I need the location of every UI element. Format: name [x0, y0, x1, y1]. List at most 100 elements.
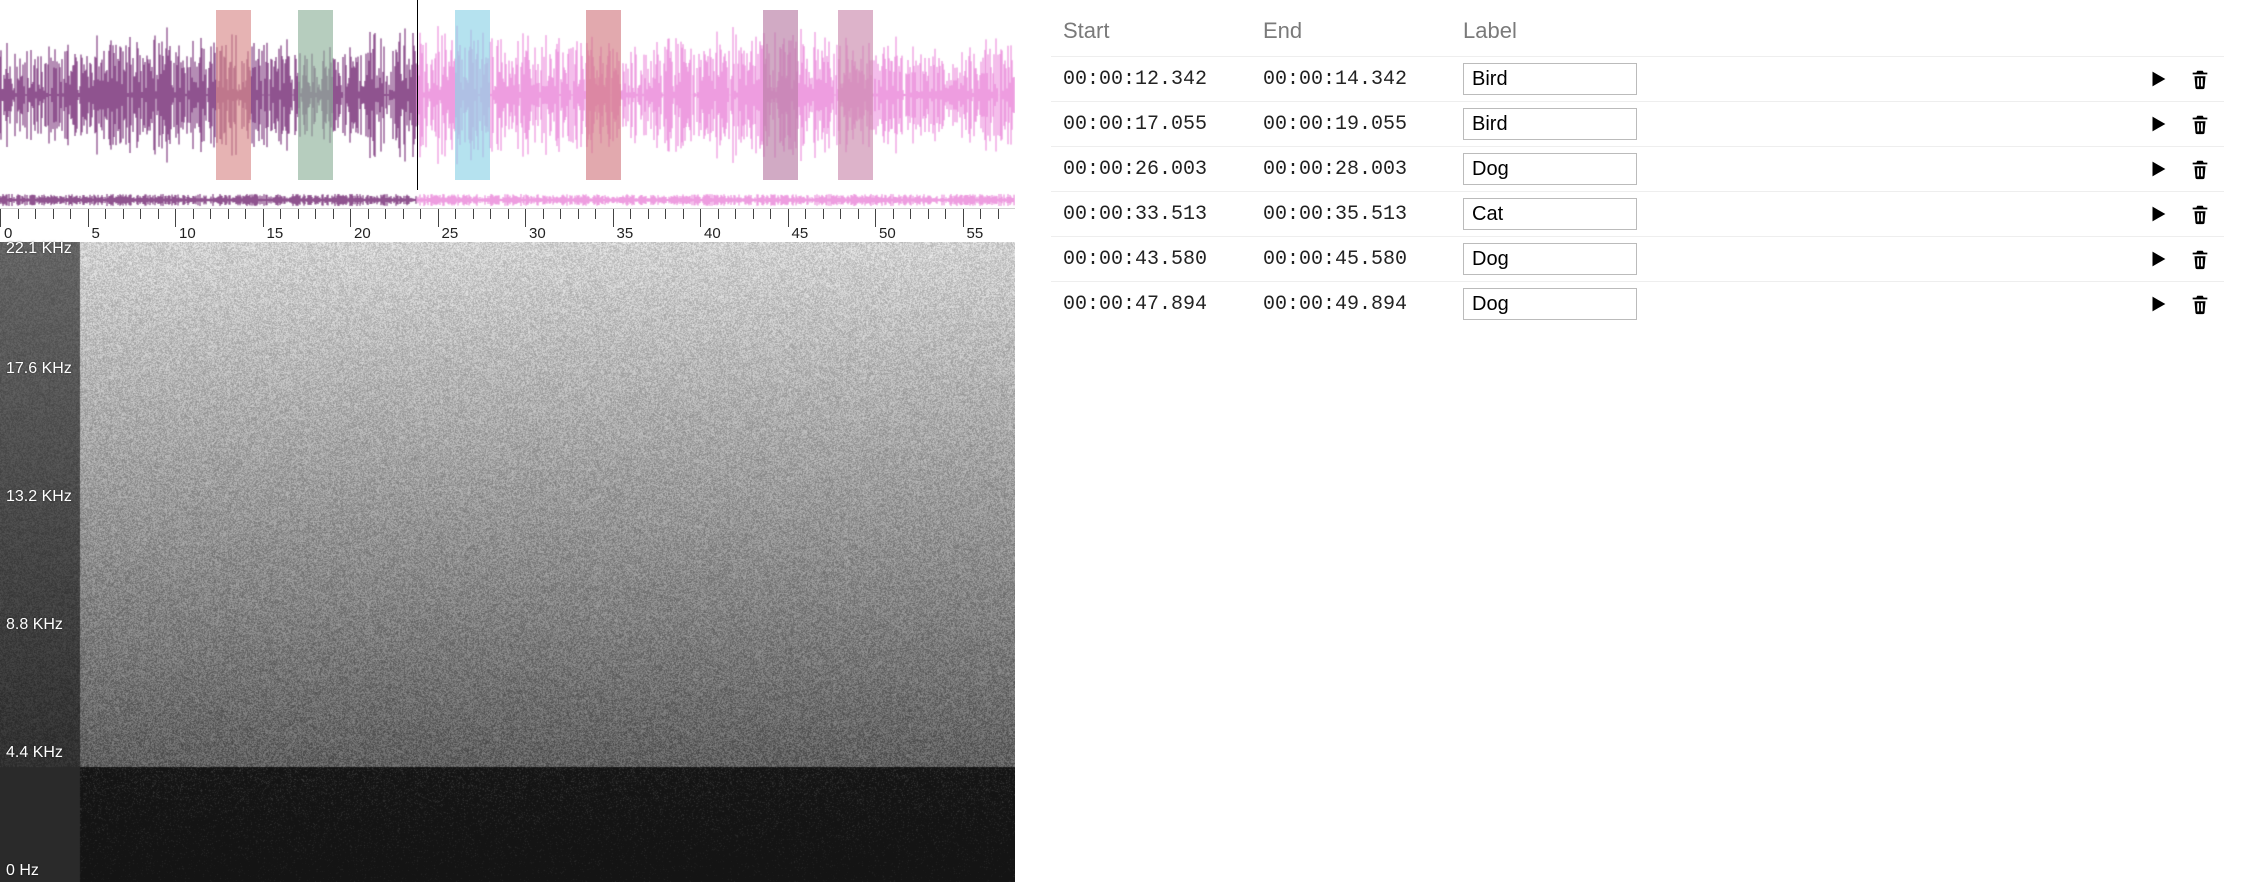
- label-input[interactable]: [1463, 198, 1637, 230]
- ruler-tick-minor: [945, 209, 946, 219]
- ruler-tick-minor: [70, 209, 71, 219]
- ruler-tick-minor: [490, 209, 491, 219]
- ruler-label: 25: [442, 225, 459, 242]
- cell-start: 00:00:26.003: [1063, 158, 1263, 181]
- playhead-cursor[interactable]: [417, 0, 418, 190]
- ruler-tick-major: [788, 209, 789, 227]
- trash-icon[interactable]: [2188, 292, 2212, 316]
- minimap-canvas[interactable]: [0, 192, 1015, 208]
- play-icon[interactable]: [2146, 202, 2170, 226]
- cell-end: 00:00:28.003: [1263, 158, 1463, 181]
- play-icon[interactable]: [2146, 157, 2170, 181]
- play-icon[interactable]: [2146, 247, 2170, 271]
- ruler-tick-minor: [18, 209, 19, 219]
- annotation-row: 00:00:17.05500:00:19.055: [1051, 101, 2224, 146]
- label-input[interactable]: [1463, 243, 1637, 275]
- ruler-tick-major: [613, 209, 614, 227]
- ruler-tick-minor: [998, 209, 999, 219]
- trash-icon[interactable]: [2188, 157, 2212, 181]
- ruler-tick-minor: [455, 209, 456, 219]
- ruler-tick-minor: [158, 209, 159, 219]
- ruler-tick-minor: [140, 209, 141, 219]
- trash-icon[interactable]: [2188, 112, 2212, 136]
- play-icon[interactable]: [2146, 112, 2170, 136]
- ruler-tick-minor: [630, 209, 631, 219]
- ruler-tick-minor: [420, 209, 421, 219]
- ruler-label: 10: [179, 225, 196, 242]
- freq-label: 13.2 KHz: [6, 488, 72, 506]
- ruler-tick-minor: [368, 209, 369, 219]
- ruler-tick-minor: [245, 209, 246, 219]
- spectrogram-canvas[interactable]: [0, 242, 1015, 882]
- ruler-tick-major: [438, 209, 439, 227]
- ruler-tick-minor: [105, 209, 106, 219]
- ruler-tick-minor: [910, 209, 911, 219]
- annotation-row: 00:00:26.00300:00:28.003: [1051, 146, 2224, 191]
- cell-start: 00:00:43.580: [1063, 248, 1263, 271]
- ruler-label: 40: [704, 225, 721, 242]
- trash-icon[interactable]: [2188, 247, 2212, 271]
- trash-icon[interactable]: [2188, 202, 2212, 226]
- cell-end: 00:00:19.055: [1263, 113, 1463, 136]
- ruler-tick-minor: [665, 209, 666, 219]
- ruler-label: 55: [967, 225, 984, 242]
- play-icon[interactable]: [2146, 292, 2170, 316]
- ruler-tick-minor: [333, 209, 334, 219]
- ruler-tick-minor: [210, 209, 211, 219]
- ruler-tick-minor: [718, 209, 719, 219]
- ruler-tick-minor: [805, 209, 806, 219]
- ruler-tick-major: [0, 209, 1, 227]
- region-2[interactable]: [455, 10, 490, 180]
- ruler-tick-minor: [753, 209, 754, 219]
- ruler-label: 30: [529, 225, 546, 242]
- ruler-tick-minor: [123, 209, 124, 219]
- ruler-tick-minor: [980, 209, 981, 219]
- ruler-tick-major: [875, 209, 876, 227]
- ruler-tick-major: [350, 209, 351, 227]
- freq-label: 17.6 KHz: [6, 360, 72, 378]
- region-0[interactable]: [216, 10, 251, 180]
- annotations-panel: Start End Label 00:00:12.34200:00:14.342…: [1015, 0, 2244, 880]
- ruler-tick-minor: [735, 209, 736, 219]
- ruler-tick-minor: [543, 209, 544, 219]
- freq-label: 8.8 KHz: [6, 616, 63, 634]
- ruler-tick-minor: [560, 209, 561, 219]
- region-1[interactable]: [298, 10, 333, 180]
- spectrogram-panel[interactable]: 22.1 KHz17.6 KHz13.2 KHz8.8 KHz4.4 KHz0 …: [0, 242, 1015, 880]
- ruler-tick-major: [263, 209, 264, 227]
- label-input[interactable]: [1463, 153, 1637, 185]
- ruler-label: 35: [617, 225, 634, 242]
- ruler-tick-major: [88, 209, 89, 227]
- ruler-label: 5: [92, 225, 100, 242]
- ruler-tick-minor: [928, 209, 929, 219]
- ruler-tick-minor: [648, 209, 649, 219]
- label-input[interactable]: [1463, 63, 1637, 95]
- region-5[interactable]: [838, 10, 873, 180]
- ruler-tick-minor: [403, 209, 404, 219]
- header-end: End: [1263, 18, 1463, 44]
- trash-icon[interactable]: [2188, 67, 2212, 91]
- region-4[interactable]: [763, 10, 798, 180]
- waveform-panel[interactable]: [0, 0, 1015, 190]
- annotation-row: 00:00:43.58000:00:45.580: [1051, 236, 2224, 281]
- freq-label: 0 Hz: [6, 862, 39, 880]
- ruler-tick-minor: [315, 209, 316, 219]
- time-ruler[interactable]: 0510152025303540455055: [0, 208, 1015, 242]
- ruler-tick-minor: [823, 209, 824, 219]
- label-input[interactable]: [1463, 288, 1637, 320]
- waveform-minimap[interactable]: [0, 192, 1015, 208]
- cell-start: 00:00:33.513: [1063, 203, 1263, 226]
- cell-start: 00:00:17.055: [1063, 113, 1263, 136]
- cell-end: 00:00:49.894: [1263, 293, 1463, 316]
- ruler-label: 20: [354, 225, 371, 242]
- freq-label: 22.1 KHz: [6, 240, 72, 258]
- region-3[interactable]: [586, 10, 621, 180]
- ruler-label: 50: [879, 225, 896, 242]
- annotation-row: 00:00:47.89400:00:49.894: [1051, 281, 2224, 326]
- ruler-tick-major: [175, 209, 176, 227]
- label-input[interactable]: [1463, 108, 1637, 140]
- play-icon[interactable]: [2146, 67, 2170, 91]
- ruler-tick-minor: [280, 209, 281, 219]
- ruler-tick-minor: [578, 209, 579, 219]
- cell-start: 00:00:47.894: [1063, 293, 1263, 316]
